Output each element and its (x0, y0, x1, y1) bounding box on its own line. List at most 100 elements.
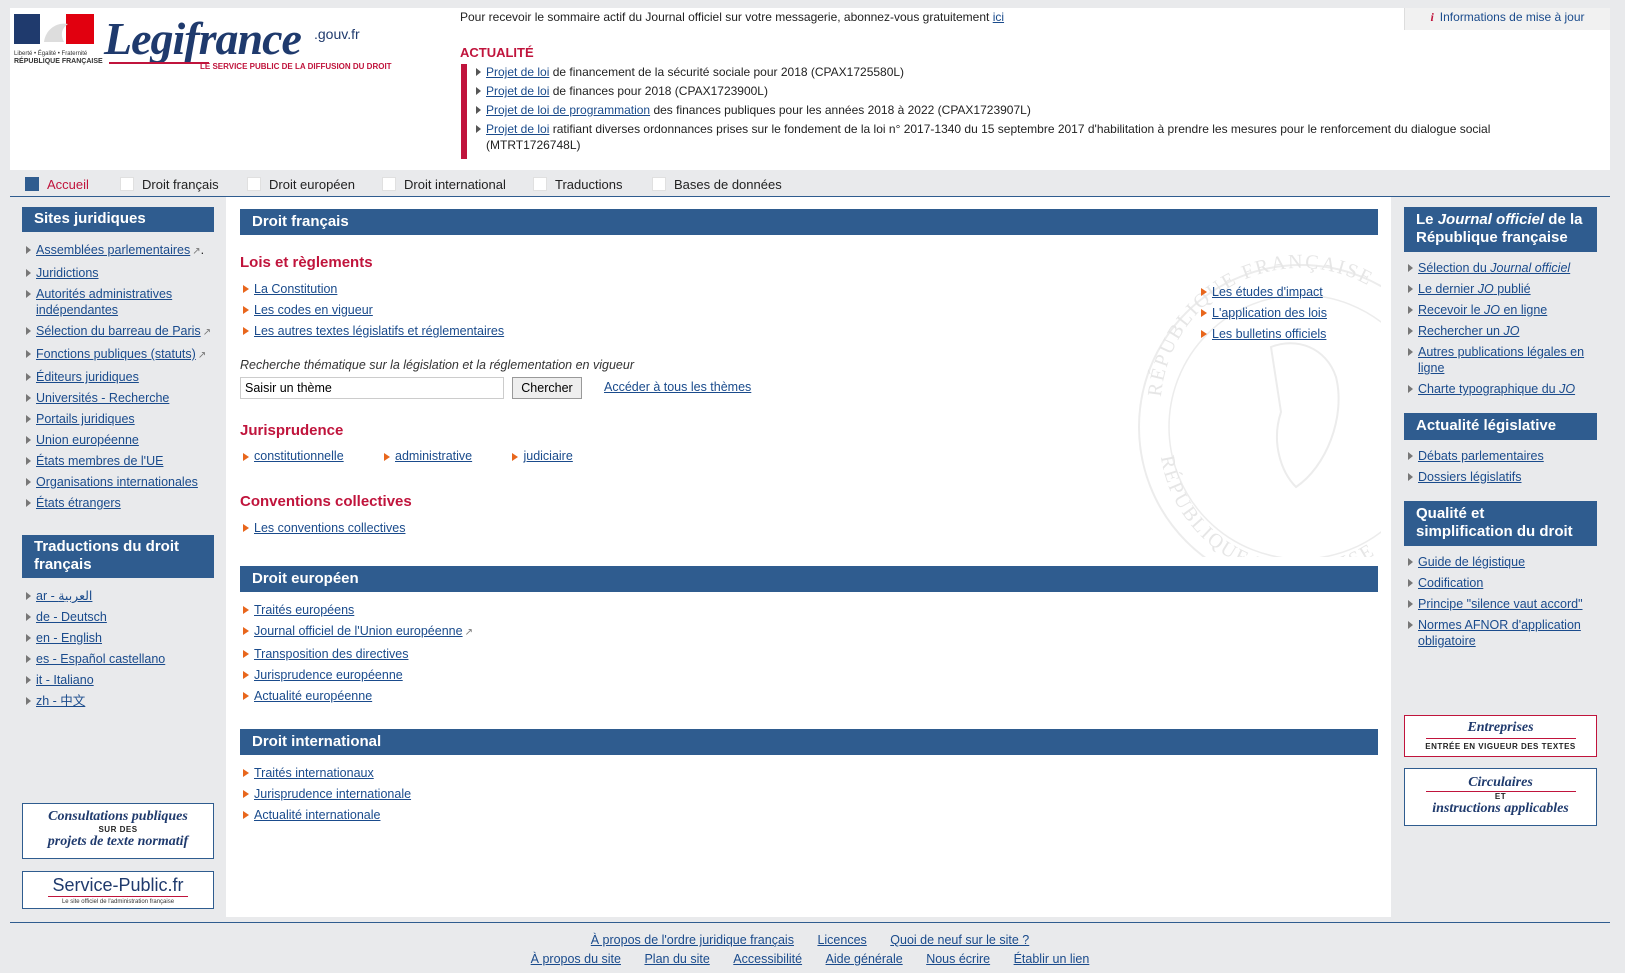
europe-link[interactable]: Traités européens (254, 603, 354, 617)
qualite-link[interactable]: Guide de légistique (1418, 555, 1525, 569)
footer-link[interactable]: Quoi de neuf sur le site ? (890, 933, 1029, 947)
jurisprudence-link[interactable]: administrative (395, 449, 472, 463)
international-link[interactable]: Jurisprudence internationale (254, 787, 411, 801)
europe-link[interactable]: Journal officiel de l'Union européenne (254, 624, 463, 638)
translation-link[interactable]: es - Español castellano (36, 652, 165, 666)
lois-right-link[interactable]: L'application des lois (1212, 306, 1327, 320)
translation-link[interactable]: zh - 中文 (36, 694, 85, 708)
footer-link[interactable]: À propos de l'ordre juridique français (591, 933, 794, 947)
list-item: Codification (1404, 575, 1597, 591)
actualite-item-link[interactable]: Projet de loi de programmation (486, 103, 650, 117)
actualite-item-link[interactable]: Projet de loi (486, 65, 549, 79)
international-link[interactable]: Actualité internationale (254, 808, 380, 822)
jo-title-part: Le (1416, 211, 1434, 228)
circulaires-banner[interactable]: Circulaires ET instructions applicables (1404, 768, 1597, 826)
update-info-tab[interactable]: i Informations de mise à jour (1404, 8, 1610, 30)
actualite-item-link[interactable]: Projet de loi (486, 122, 549, 136)
qualite-link[interactable]: Principe "silence vaut accord" (1418, 597, 1583, 611)
jo-link[interactable]: Autres publications légales en ligne (1418, 345, 1584, 375)
footer-link[interactable]: Nous écrire (926, 952, 990, 966)
list-item: it - Italiano (22, 672, 214, 688)
footer-item: Aide générale (826, 952, 903, 966)
nav-droit-francais[interactable]: Droit français (120, 177, 219, 192)
lois-link[interactable]: Les codes en vigueur (254, 303, 373, 317)
lois-right-link[interactable]: Les études d'impact (1212, 285, 1323, 299)
jo-link[interactable]: Recevoir le JO en ligne (1418, 303, 1547, 317)
actualite-item-text: des finances publiques pour les années 2… (653, 103, 1031, 117)
site-link[interactable]: États membres de l'UE (36, 454, 163, 468)
qualite-link[interactable]: Codification (1418, 576, 1483, 590)
list-item: Jurisprudence européenne (240, 667, 473, 683)
site-link[interactable]: Autorités administratives indépendantes (36, 287, 172, 317)
footer-item: À propos du site (531, 952, 621, 966)
translation-link[interactable]: de - Deutsch (36, 610, 107, 624)
international-link[interactable]: Traités internationaux (254, 766, 374, 780)
all-themes-link[interactable]: Accéder à tous les thèmes (604, 380, 751, 394)
actu-legislative-link[interactable]: Débats parlementaires (1418, 449, 1544, 463)
translation-link[interactable]: ar - العربية (36, 589, 92, 603)
translation-link[interactable]: it - Italiano (36, 673, 94, 687)
qualite-link[interactable]: Normes AFNOR d'application obligatoire (1418, 618, 1581, 648)
site-link[interactable]: Sélection du barreau de Paris (36, 324, 201, 338)
actu-legislative-link[interactable]: Dossiers législatifs (1418, 470, 1522, 484)
footer-link[interactable]: Aide générale (826, 952, 903, 966)
site-link[interactable]: États étrangers (36, 496, 121, 510)
footer-link[interactable]: À propos du site (531, 952, 621, 966)
list-item: Sélection du Journal officiel (1404, 260, 1597, 276)
jurisprudence-link[interactable]: constitutionnelle (254, 449, 344, 463)
footer-link[interactable]: Établir un lien (1014, 952, 1090, 966)
actualite-item-link[interactable]: Projet de loi (486, 84, 549, 98)
nav-accueil[interactable]: Accueil (25, 177, 89, 192)
journal-officiel-list: Sélection du Journal officiel Le dernier… (1404, 260, 1597, 397)
rf-motto: Liberté • Égalité • Fraternité (14, 51, 88, 57)
nav-droit-europeen[interactable]: Droit européen (247, 177, 355, 192)
site-link[interactable]: Fonctions publiques (statuts) (36, 347, 196, 361)
search-button[interactable]: Chercher (512, 377, 582, 399)
site-link[interactable]: Organisations internationales (36, 475, 198, 489)
legifrance-logo[interactable]: Liberté • Égalité • Fraternité RÉPUBLIQU… (14, 14, 414, 74)
subscribe-link[interactable]: ici (993, 10, 1004, 24)
list-item: Les codes en vigueur (240, 302, 504, 318)
conventions-link[interactable]: Les conventions collectives (254, 521, 405, 535)
site-link[interactable]: Universités - Recherche (36, 391, 169, 405)
lois-link[interactable]: Les autres textes législatifs et régleme… (254, 324, 504, 338)
lois-link[interactable]: La Constitution (254, 282, 337, 296)
footer-item: Nous écrire (926, 952, 990, 966)
external-link-icon: ↗ (464, 627, 473, 638)
site-link[interactable]: Union européenne (36, 433, 139, 447)
footer-link[interactable]: Plan du site (644, 952, 709, 966)
lois-right-link[interactable]: Les bulletins officiels (1212, 327, 1326, 341)
site-link[interactable]: Éditeurs juridiques (36, 370, 139, 384)
list-item: Jurisprudence internationale (240, 786, 411, 802)
jo-link[interactable]: Rechercher un JO (1418, 324, 1519, 338)
actualite-legislative-list: Débats parlementaires Dossiers législati… (1404, 448, 1597, 485)
jo-link[interactable]: Charte typographique du JO (1418, 382, 1575, 396)
jo-link-italic: JO (1484, 303, 1500, 317)
site-link[interactable]: Portails juridiques (36, 412, 135, 426)
jo-link[interactable]: Le dernier JO publié (1418, 282, 1531, 296)
nav-traductions[interactable]: Traductions (533, 177, 622, 192)
translation-link[interactable]: en - English (36, 631, 102, 645)
theme-search-input[interactable] (240, 377, 504, 399)
nav-bases-de-donnees[interactable]: Bases de données (652, 177, 782, 192)
entreprises-banner[interactable]: Entreprises ENTRÉE EN VIGUEUR DES TEXTES (1404, 715, 1597, 757)
footer-link[interactable]: Licences (817, 933, 866, 947)
consultations-publiques-banner[interactable]: Consultations publiques SUR DES projets … (22, 803, 214, 859)
jo-link[interactable]: Sélection du Journal officiel (1418, 261, 1570, 275)
list-item: Rechercher un JO (1404, 323, 1597, 339)
list-item: États membres de l'UE (22, 453, 214, 469)
site-link[interactable]: Juridictions (36, 266, 99, 280)
jo-link-text: Recevoir le (1418, 303, 1484, 317)
europe-link[interactable]: Transposition des directives (254, 647, 408, 661)
jurisprudence-link[interactable]: judiciaire (523, 449, 572, 463)
site-link[interactable]: Assemblées parlementaires (36, 243, 190, 257)
service-public-banner[interactable]: Service-Public.fr Le site officiel de l'… (22, 871, 214, 909)
republique-seal-watermark: RÉPUBLIQUE FRANÇAISE RÉPUBLIQUE FRANÇAIS… (1138, 251, 1381, 557)
europe-link[interactable]: Actualité européenne (254, 689, 372, 703)
nav-droit-international[interactable]: Droit international (382, 177, 506, 192)
list-item: Les bulletins officiels (1198, 326, 1327, 342)
lois-reglements-title: Lois et règlements (240, 254, 373, 271)
europe-link[interactable]: Jurisprudence européenne (254, 668, 403, 682)
footer-link[interactable]: Accessibilité (733, 952, 802, 966)
list-item: Guide de légistique (1404, 554, 1597, 570)
